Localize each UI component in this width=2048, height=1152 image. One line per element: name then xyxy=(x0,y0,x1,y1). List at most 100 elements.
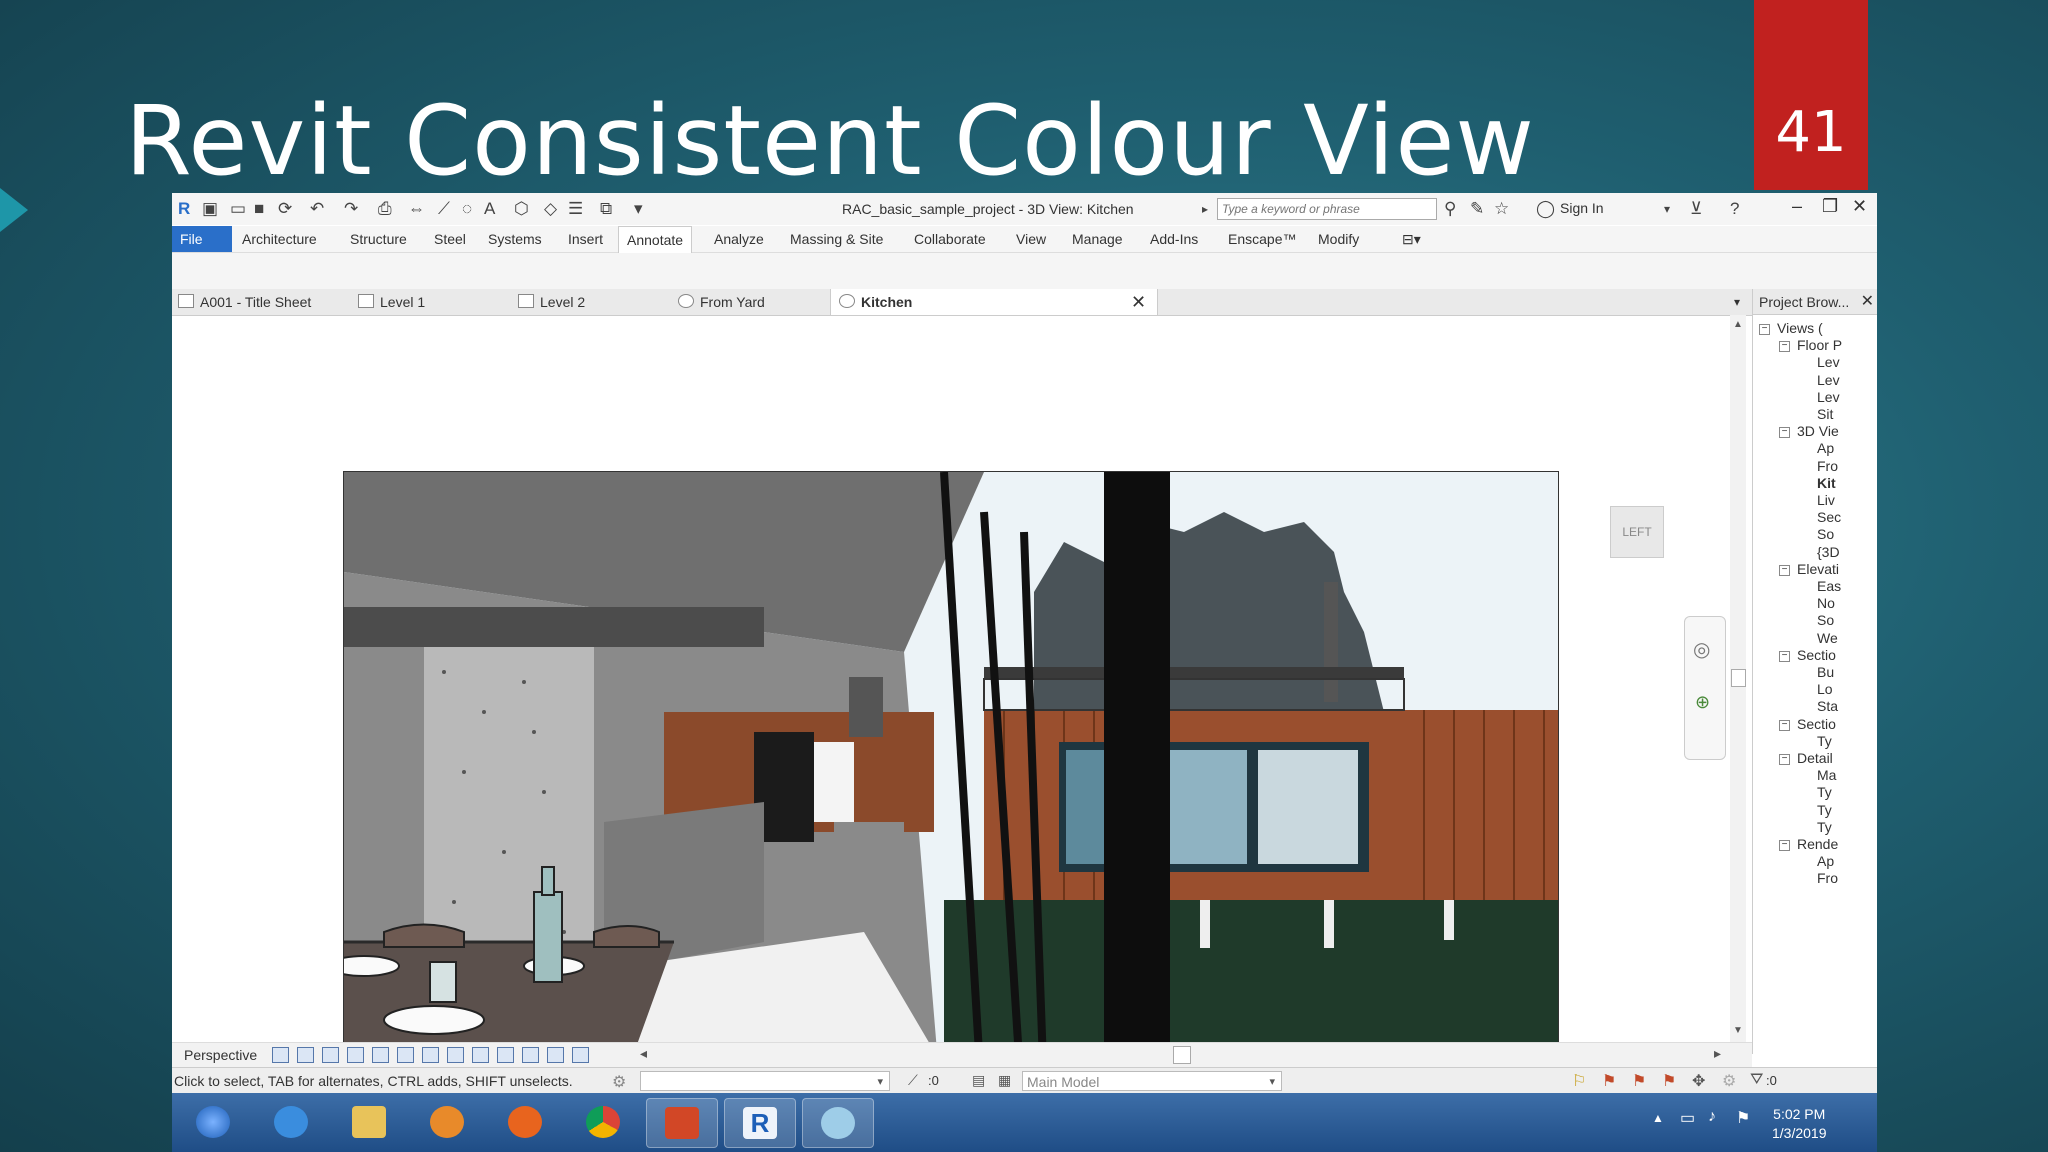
scroll-down-icon[interactable]: ▼ xyxy=(1733,1025,1743,1036)
sun-path-icon[interactable] xyxy=(322,1047,339,1063)
print-icon[interactable]: ⎙ xyxy=(378,199,392,219)
switch-windows-icon[interactable]: ⧉ xyxy=(600,199,612,219)
dimension-icon[interactable]: ⟋ xyxy=(438,199,450,219)
scroll-thumb[interactable] xyxy=(1731,669,1746,687)
ribbon-options-icon[interactable]: ⊟▾ xyxy=(1394,226,1429,252)
tree-item[interactable]: We xyxy=(1817,630,1838,646)
hscroll-right-icon[interactable]: ▸ xyxy=(1714,1045,1721,1062)
network-icon[interactable]: ▭ xyxy=(1680,1108,1695,1128)
sync-icon[interactable]: ⟳ xyxy=(278,199,292,219)
restore-icon[interactable]: ❐ xyxy=(1822,196,1838,217)
view-mode-label[interactable]: Perspective xyxy=(184,1047,257,1063)
tree-item[interactable]: Elevati xyxy=(1797,561,1839,577)
shadows-icon[interactable] xyxy=(347,1047,364,1063)
editable-only-icon[interactable]: ⟋ xyxy=(908,1072,918,1089)
tree-item[interactable]: Fro xyxy=(1817,870,1838,886)
thin-lines-icon[interactable]: ☰ xyxy=(568,199,583,219)
undo-icon[interactable]: ↶ xyxy=(310,199,324,219)
tab-massing-site[interactable]: Massing & Site xyxy=(782,226,891,252)
background-processes-icon[interactable]: ⚙ xyxy=(1722,1071,1736,1091)
tree-item[interactable]: Fro xyxy=(1817,458,1838,474)
tree-item[interactable]: Ma xyxy=(1817,767,1836,783)
tree-item[interactable]: Sectio xyxy=(1797,647,1836,663)
tree-item[interactable]: Views ( xyxy=(1777,320,1823,336)
project-browser-close-icon[interactable]: ✕ xyxy=(1861,289,1874,315)
tree-item[interactable]: Sectio xyxy=(1797,716,1836,732)
doc-tab-level-1[interactable]: Level 1 xyxy=(358,289,425,315)
temp-hide-icon[interactable] xyxy=(472,1047,489,1063)
tree-collapse-toggle[interactable]: − xyxy=(1779,754,1790,765)
tag-icon[interactable]: ◌ xyxy=(462,199,472,219)
tree-item[interactable]: Lev xyxy=(1817,372,1840,388)
steering-wheel-icon[interactable]: ◎ xyxy=(1693,637,1710,662)
tab-structure[interactable]: Structure xyxy=(342,226,415,252)
action-center-flag-icon[interactable]: ⚑ xyxy=(1736,1108,1750,1128)
tab-collaborate[interactable]: Collaborate xyxy=(906,226,994,252)
select-pinned-icon[interactable]: ⚑ xyxy=(1632,1071,1646,1091)
tree-collapse-toggle[interactable]: − xyxy=(1779,650,1790,662)
workset-icon[interactable]: ⚙ xyxy=(612,1072,626,1092)
tree-item[interactable]: Sec xyxy=(1817,509,1841,525)
taskbar-clock[interactable]: 5:02 PM 1/3/2019 xyxy=(1772,1105,1827,1143)
select-by-face-icon[interactable]: ⚑ xyxy=(1662,1071,1676,1091)
drag-elements-icon[interactable]: ✥ xyxy=(1692,1071,1705,1091)
horizontal-scroll-thumb[interactable] xyxy=(1173,1046,1191,1064)
expand-arrow-icon[interactable]: ▸ xyxy=(1202,202,1208,216)
select-underlay-icon[interactable]: ⚑ xyxy=(1602,1071,1616,1091)
taskbar-revit[interactable]: R xyxy=(724,1098,796,1148)
tree-item[interactable]: Lo xyxy=(1817,681,1833,697)
tree-collapse-toggle[interactable]: − xyxy=(1779,719,1790,731)
tree-item[interactable]: Lev xyxy=(1817,389,1840,405)
tree-item[interactable]: Ty xyxy=(1817,733,1832,749)
window-close-icon[interactable]: ✕ xyxy=(1852,196,1867,217)
crop-view-icon[interactable] xyxy=(422,1047,439,1063)
tree-item[interactable]: Bu xyxy=(1817,664,1834,680)
3d-view-icon[interactable]: ⬡ xyxy=(514,199,529,219)
tab-view[interactable]: View xyxy=(1008,226,1054,252)
highlight-displacement-icon[interactable] xyxy=(547,1047,564,1063)
hscroll-left-icon[interactable]: ◂ xyxy=(640,1045,647,1062)
doc-tab-level-2[interactable]: Level 2 xyxy=(518,289,585,315)
tree-collapse-toggle[interactable]: − xyxy=(1779,427,1790,439)
taskbar-chrome[interactable] xyxy=(568,1098,638,1146)
tab-analyze[interactable]: Analyze xyxy=(706,226,772,252)
search-input[interactable] xyxy=(1217,198,1437,220)
section-icon[interactable]: ◇ xyxy=(544,199,557,219)
tree-collapse-toggle[interactable]: − xyxy=(1779,341,1790,353)
show-crop-icon[interactable] xyxy=(447,1047,464,1063)
revit-app-icon[interactable]: R xyxy=(178,199,190,219)
tree-item[interactable]: Ap xyxy=(1817,440,1834,456)
save-icon[interactable]: ■ xyxy=(254,199,264,219)
tree-item[interactable]: Lev xyxy=(1817,354,1840,370)
drawing-area[interactable]: LEFT ◎ ⊕ xyxy=(172,316,1737,1137)
sign-in-dropdown-icon[interactable]: ▾ xyxy=(1664,202,1670,216)
tree-item[interactable]: Sit xyxy=(1817,406,1833,422)
tree-item[interactable]: No xyxy=(1817,595,1835,611)
tab-manage[interactable]: Manage xyxy=(1064,226,1131,252)
open-icon[interactable]: ▭ xyxy=(230,199,246,219)
communication-icon[interactable]: ✎ xyxy=(1470,199,1484,219)
close-tab-icon[interactable]: ✕ xyxy=(1131,289,1146,315)
tab-systems[interactable]: Systems xyxy=(480,226,550,252)
render-icon[interactable] xyxy=(372,1047,389,1063)
tree-item[interactable]: 3D Vie xyxy=(1797,423,1839,439)
tree-item[interactable]: Kit xyxy=(1817,475,1836,491)
redo-icon[interactable]: ↷ xyxy=(344,199,358,219)
doc-tab-kitchen[interactable]: Kitchen ✕ xyxy=(830,289,1158,315)
tree-item[interactable]: Floor P xyxy=(1797,337,1842,353)
model-icon[interactable]: ▦ xyxy=(998,1072,1011,1089)
tree-item[interactable]: Liv xyxy=(1817,492,1835,508)
zoom-icon[interactable]: ⊕ xyxy=(1695,692,1710,713)
scroll-up-icon[interactable]: ▲ xyxy=(1733,319,1743,330)
filter-icon[interactable]: ⛛ xyxy=(1750,1071,1763,1089)
tab-file[interactable]: File xyxy=(172,226,232,252)
volume-icon[interactable]: ♪ xyxy=(1708,1108,1716,1126)
visual-style-icon[interactable] xyxy=(297,1047,314,1063)
tab-architecture[interactable]: Architecture xyxy=(234,226,325,252)
minimize-icon[interactable]: – xyxy=(1792,196,1802,217)
sign-in-button[interactable]: Sign In xyxy=(1560,200,1604,216)
taskbar-media-player[interactable] xyxy=(412,1098,482,1146)
select-links-icon[interactable]: ⚐ xyxy=(1572,1071,1586,1091)
tree-item[interactable]: Eas xyxy=(1817,578,1841,594)
tree-collapse-toggle[interactable]: − xyxy=(1779,840,1790,851)
